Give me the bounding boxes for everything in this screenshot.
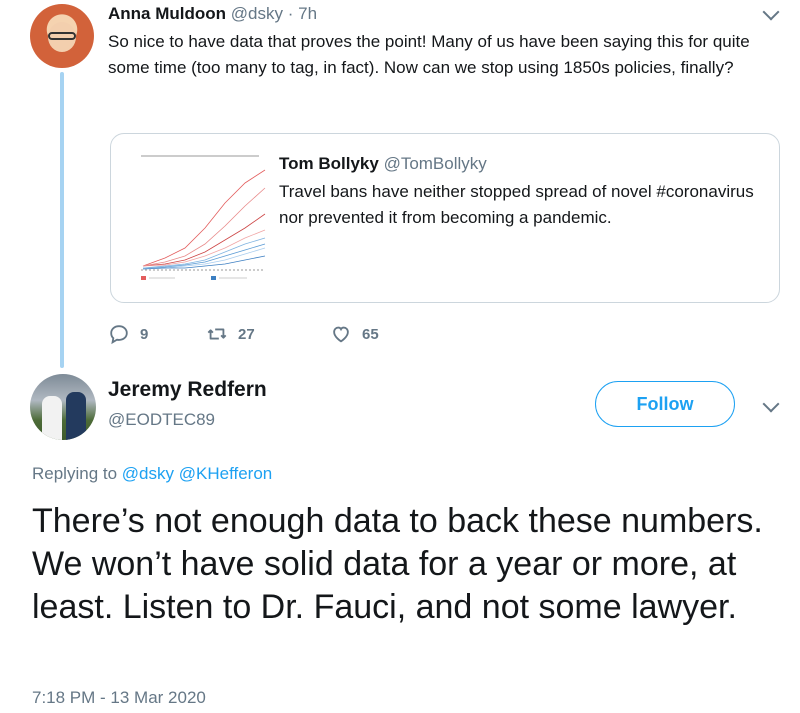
avatar-anna-muldoon[interactable] — [30, 4, 94, 68]
like-button[interactable]: 65 — [330, 322, 379, 346]
quoted-author-name[interactable]: Tom Bollyky — [279, 154, 379, 173]
quoted-author-handle[interactable]: @TomBollyky — [384, 154, 487, 173]
quoted-tweet-chart-thumbnail — [125, 148, 275, 290]
like-count: 65 — [362, 325, 379, 343]
reply-button[interactable]: 9 — [108, 322, 148, 346]
tweet1-author-handle[interactable]: @dsky — [231, 4, 283, 23]
chevron-down-icon[interactable] — [762, 395, 780, 413]
tweet2-author-name[interactable]: Jeremy Redfern — [108, 378, 267, 402]
quoted-tweet-header: Tom Bollyky @TomBollyky — [279, 154, 487, 174]
tweet2-author-handle[interactable]: @EODTEC89 — [108, 410, 215, 430]
quoted-tweet-card[interactable]: Tom Bollyky @TomBollyky Travel bans have… — [110, 133, 780, 303]
reply-count: 9 — [140, 325, 149, 343]
follow-button[interactable]: Follow — [595, 381, 735, 427]
thread-connector-line — [60, 72, 64, 368]
reply-icon — [110, 325, 128, 345]
tweet1-author-name[interactable]: Anna Muldoon — [108, 4, 226, 23]
tweet2-text: There’s not enough data to back these nu… — [32, 502, 763, 626]
tweet2-timestamp[interactable]: 7:18 PM - 13 Mar 2020 — [32, 688, 206, 708]
replying-to-link-dsky[interactable]: @dsky — [122, 464, 174, 483]
tweet1-time[interactable]: 7h — [298, 4, 317, 23]
replying-to-link-khefferon[interactable]: @KHefferon — [179, 464, 273, 483]
avatar-jeremy-redfern[interactable] — [30, 374, 96, 440]
retweet-icon — [207, 328, 227, 340]
chevron-down-icon[interactable] — [762, 3, 780, 21]
like-icon — [333, 326, 349, 343]
tweet1-text: So nice to have data that proves the poi… — [108, 32, 750, 77]
tweet1-separator: · — [287, 4, 294, 23]
retweet-button[interactable]: 27 — [206, 322, 255, 346]
replying-to-prefix: Replying to — [32, 464, 118, 483]
replying-to-line: Replying to @dsky @KHefferon — [32, 464, 272, 484]
tweet1-header: Anna Muldoon @dsky · 7h — [108, 4, 317, 24]
quoted-tweet-text: Travel bans have neither stopped spread … — [279, 182, 754, 227]
retweet-count: 27 — [238, 325, 255, 343]
